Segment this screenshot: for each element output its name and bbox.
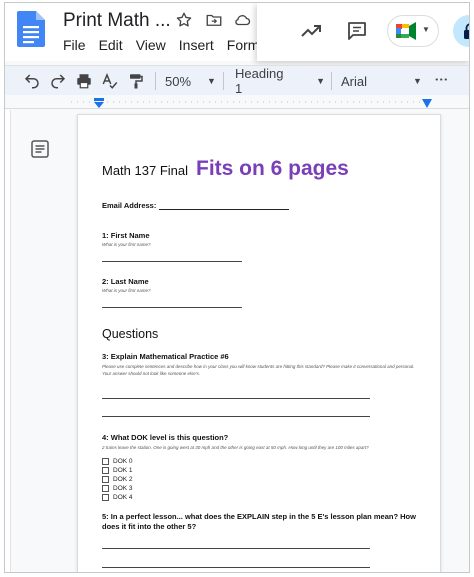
- question-5-answer-line-2: [102, 567, 370, 568]
- chevron-down-icon: ▼: [422, 25, 430, 34]
- toolbar-divider: [223, 72, 224, 90]
- toolbar-divider: [331, 72, 332, 90]
- app-window: Print Math ... File Edit View Insert For…: [4, 2, 470, 573]
- paint-format-icon[interactable]: [127, 72, 145, 90]
- ruler-ticks: [71, 101, 431, 103]
- question-3-answer-line-2: [102, 416, 370, 417]
- checkbox[interactable]: [102, 467, 109, 474]
- question-5-label-line-1: 5: In a perfect lesson... what does the …: [102, 512, 416, 521]
- email-answer-line: [159, 209, 289, 210]
- checkbox[interactable]: [102, 458, 109, 465]
- horizontal-ruler: [5, 95, 469, 109]
- more-options-icon[interactable]: ⋮: [432, 73, 450, 89]
- toolbar-divider: [155, 72, 156, 90]
- question-2-answer-line: [102, 307, 242, 308]
- question-3-answer-line-1: [102, 398, 370, 399]
- dropdown-caret-icon: ▼: [316, 76, 325, 86]
- menu-edit[interactable]: Edit: [99, 37, 123, 53]
- question-5-label-line-2: does it fit into the other 5?: [102, 522, 197, 531]
- checkbox[interactable]: [102, 494, 109, 501]
- question-5-answer-line-1: [102, 548, 370, 549]
- redo-icon[interactable]: [49, 72, 67, 90]
- paragraph-style-value: Heading 1: [235, 66, 284, 96]
- share-button[interactable]: [453, 15, 469, 47]
- dok-option[interactable]: DOK 0: [102, 458, 133, 465]
- question-3-label: 3: Explain Mathematical Practice #6: [102, 352, 229, 361]
- question-1-hint: What is your first name?: [102, 242, 151, 247]
- checkbox[interactable]: [102, 476, 109, 483]
- page-count-annotation: Fits on 6 pages: [196, 157, 349, 180]
- checkbox[interactable]: [102, 485, 109, 492]
- meet-icon: [396, 22, 416, 40]
- dropdown-caret-icon: ▼: [207, 76, 216, 86]
- email-label: Email Address:: [102, 201, 157, 210]
- left-indent-marker-icon[interactable]: [93, 98, 105, 108]
- move-to-folder-icon[interactable]: [205, 11, 223, 29]
- section-heading: Questions: [102, 327, 159, 341]
- docs-logo-icon[interactable]: [17, 11, 45, 47]
- header-actions: ▼: [257, 3, 469, 61]
- formatting-toolbar: 50% ▼ Heading 1 ▼ Arial ▼ ⋮: [5, 65, 469, 96]
- question-3-hint: Please use complete sentences and descri…: [102, 364, 415, 376]
- zoom-value: 50%: [165, 73, 192, 89]
- menu-insert[interactable]: Insert: [179, 37, 214, 53]
- question-4-hint: 2 trains leave the station. One is going…: [102, 445, 369, 450]
- question-2-label: 2: Last Name: [102, 277, 149, 286]
- dok-option[interactable]: DOK 2: [102, 476, 133, 483]
- dropdown-caret-icon: ▼: [413, 76, 422, 86]
- lock-icon: [464, 23, 469, 39]
- meet-button[interactable]: ▼: [387, 15, 439, 47]
- undo-icon[interactable]: [23, 72, 41, 90]
- menu-bar: File Edit View Insert Forma: [63, 37, 261, 57]
- question-4-label: 4: What DOK level is this question?: [102, 433, 229, 442]
- spelling-check-icon[interactable]: [101, 72, 119, 90]
- print-icon[interactable]: [75, 72, 93, 90]
- title-bar: Print Math ... File Edit View Insert For…: [5, 3, 469, 61]
- dok-option[interactable]: DOK 1: [102, 467, 133, 474]
- menu-format[interactable]: Forma: [227, 37, 261, 53]
- right-indent-marker-icon[interactable]: [421, 99, 433, 108]
- menu-file[interactable]: File: [63, 37, 86, 53]
- zoom-select[interactable]: 50% ▼: [165, 72, 217, 90]
- document-title[interactable]: Print Math ...: [63, 10, 171, 32]
- comment-history-icon[interactable]: [345, 19, 369, 43]
- document-workspace: Math 137 Final Fits on 6 pages Email Add…: [5, 110, 469, 572]
- question-1-answer-line: [102, 261, 242, 262]
- question-2-hint: What is your first name?: [102, 288, 151, 293]
- cloud-status-icon[interactable]: [233, 11, 251, 29]
- question-1-label: 1: First Name: [102, 231, 150, 240]
- paragraph-style-select[interactable]: Heading 1 ▼: [235, 66, 325, 96]
- font-select[interactable]: Arial ▼: [341, 72, 429, 90]
- font-value: Arial: [341, 73, 368, 89]
- dok-option[interactable]: DOK 4: [102, 494, 133, 501]
- menu-view[interactable]: View: [136, 37, 166, 53]
- dok-option[interactable]: DOK 3: [102, 485, 133, 492]
- star-icon[interactable]: [175, 11, 193, 29]
- document-outline-icon[interactable]: [31, 140, 49, 158]
- vertical-ruler: [5, 110, 11, 572]
- activity-trend-icon[interactable]: [299, 19, 323, 43]
- document-page[interactable]: Math 137 Final Fits on 6 pages Email Add…: [77, 114, 441, 572]
- form-title: Math 137 Final: [102, 163, 188, 178]
